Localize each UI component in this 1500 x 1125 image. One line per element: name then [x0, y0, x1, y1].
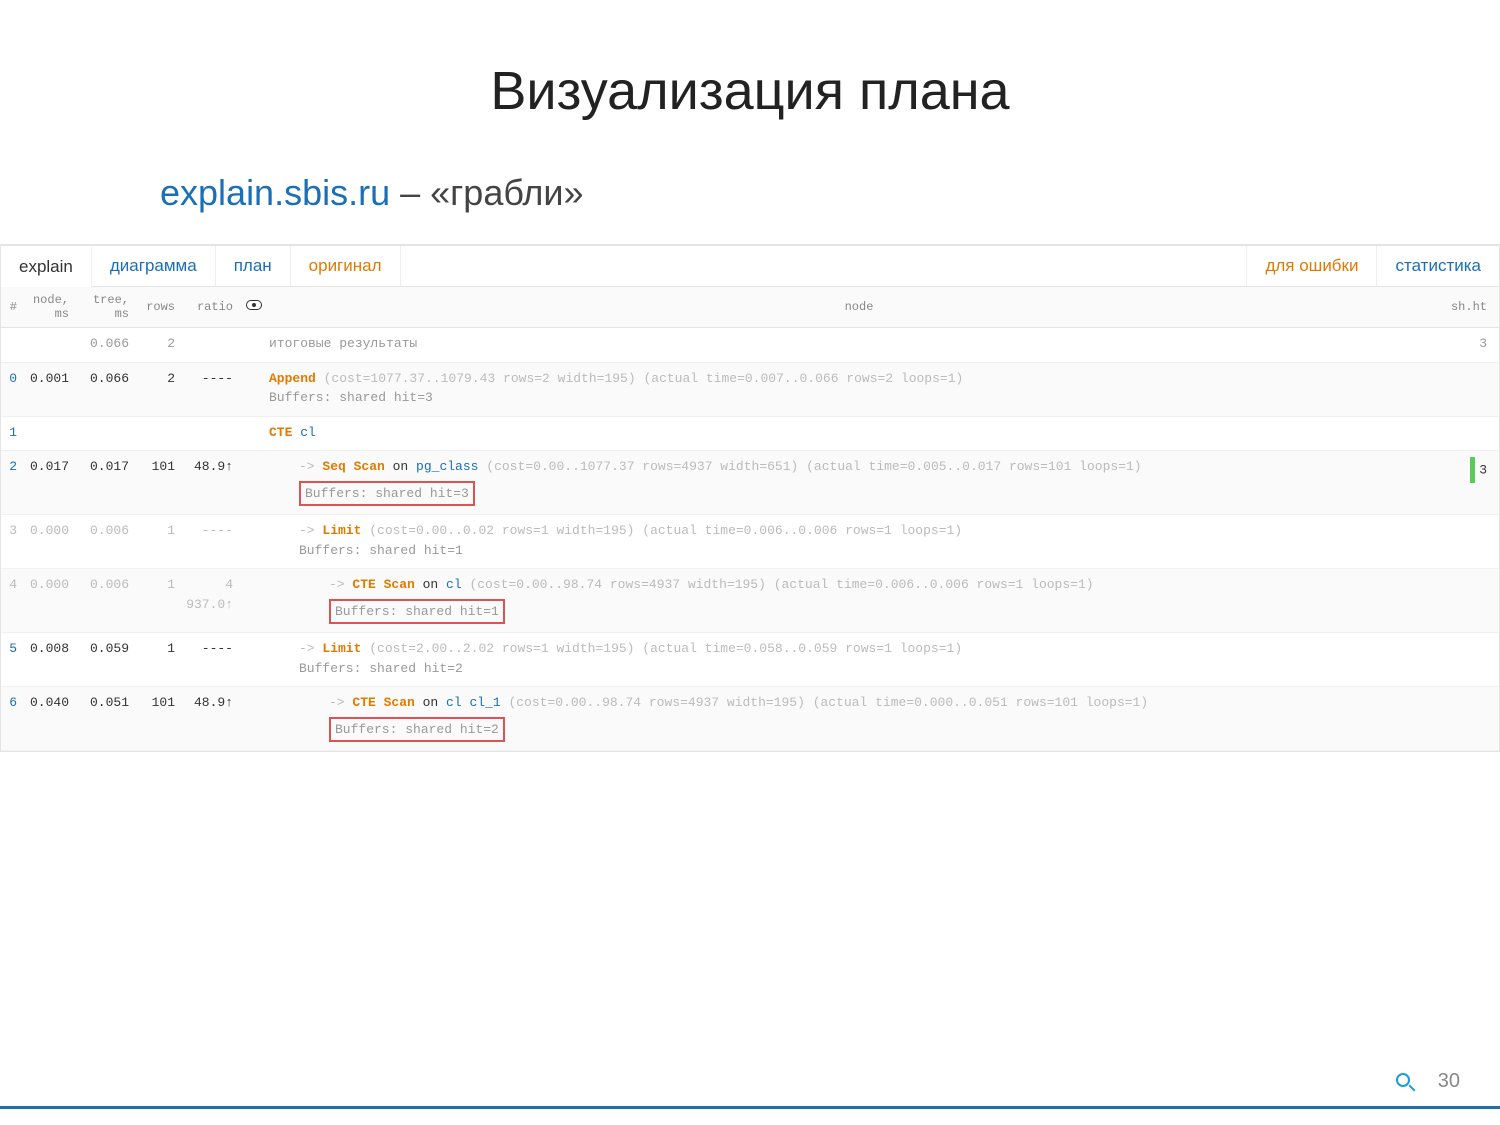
- plan-row[interactable]: 60.0400.05110148.9↑ -> CTE Scan on cl cl_…: [1, 687, 1499, 751]
- tab-diagram[interactable]: диаграмма: [92, 246, 216, 286]
- row-ratio: ----: [181, 369, 243, 408]
- total-tree: 0.066: [81, 334, 133, 354]
- subtitle-rest: – «грабли»: [390, 172, 583, 213]
- row-node-ms: 0.017: [21, 457, 73, 506]
- row-node-ms: 0.000: [21, 575, 73, 624]
- row-num: 2: [1, 457, 21, 506]
- row-num: 4: [1, 575, 21, 624]
- row-body: -> Limit (cost=2.00..2.02 rows=1 width=1…: [265, 639, 1449, 678]
- total-rows: 2: [141, 334, 181, 354]
- row-body: -> CTE Scan on cl cl_1 (cost=0.00..98.74…: [265, 693, 1449, 742]
- eye-toggle[interactable]: [243, 300, 265, 314]
- row-tree-ms: 0.066: [81, 369, 133, 408]
- row-rows: 101: [141, 693, 181, 742]
- row-sh: [1449, 575, 1499, 624]
- row-tree-ms: 0.059: [81, 639, 133, 678]
- row-node-ms: 0.008: [21, 639, 73, 678]
- total-row: 0.066 2 итоговые результаты 3: [1, 328, 1499, 363]
- hdr-sh: sh.ht: [1449, 300, 1499, 314]
- tab-bar: explain диаграмма план оригинал для ошиб…: [1, 246, 1499, 287]
- magnify-icon[interactable]: [1396, 1073, 1418, 1095]
- row-ratio: 48.9↑: [181, 457, 243, 506]
- plan-row[interactable]: 20.0170.01710148.9↑-> Seq Scan on pg_cla…: [1, 451, 1499, 515]
- tab-error[interactable]: для ошибки: [1246, 246, 1376, 286]
- total-label: итоговые результаты: [265, 334, 1449, 354]
- slide-title: Визуализация плана: [0, 60, 1500, 122]
- row-body: Append (cost=1077.37..1079.43 rows=2 wid…: [265, 369, 1449, 408]
- row-tree-ms: [81, 423, 133, 443]
- row-sh: 3: [1449, 457, 1499, 506]
- row-num: 6: [1, 693, 21, 742]
- row-body: -> Limit (cost=0.00..0.02 rows=1 width=1…: [265, 521, 1449, 560]
- row-tree-ms: 0.006: [81, 575, 133, 624]
- tab-stats[interactable]: статистика: [1376, 246, 1499, 286]
- row-ratio: ----: [181, 639, 243, 678]
- row-tree-ms: 0.006: [81, 521, 133, 560]
- row-tree-ms: 0.051: [81, 693, 133, 742]
- row-rows: [141, 423, 181, 443]
- footer-line: [0, 1106, 1500, 1109]
- tab-explain[interactable]: explain: [1, 247, 92, 287]
- row-rows: 1: [141, 521, 181, 560]
- row-ratio: 4 937.0↑: [181, 575, 243, 624]
- row-sh: [1449, 639, 1499, 678]
- plan-row[interactable]: 50.0080.0591---- -> Limit (cost=2.00..2.0…: [1, 633, 1499, 687]
- explain-link[interactable]: explain.sbis.ru: [160, 172, 390, 213]
- hdr-tree-ms: tree, ms: [81, 293, 133, 321]
- row-ratio: [181, 423, 243, 443]
- plan-row[interactable]: 30.0000.0061---- -> Limit (cost=0.00..0.0…: [1, 515, 1499, 569]
- tab-plan[interactable]: план: [216, 246, 291, 286]
- buffers-line: Buffers: shared hit=3: [299, 481, 475, 507]
- row-num: 0: [1, 369, 21, 408]
- buffers-line: Buffers: shared hit=1: [299, 543, 463, 558]
- buffers-line: Buffers: shared hit=1: [329, 599, 505, 625]
- page-number: 30: [1438, 1070, 1460, 1093]
- plan-row[interactable]: 40.0000.00614 937.0↑ -> CTE Scan on cl (c…: [1, 569, 1499, 633]
- explain-panel: explain диаграмма план оригинал для ошиб…: [0, 244, 1500, 752]
- row-node-ms: 0.000: [21, 521, 73, 560]
- row-rows: 1: [141, 575, 181, 624]
- slide-subtitle: explain.sbis.ru – «грабли»: [160, 172, 1500, 214]
- eye-icon: [246, 300, 262, 310]
- row-node-ms: 0.001: [21, 369, 73, 408]
- row-body: -> CTE Scan on cl (cost=0.00..98.74 rows…: [265, 575, 1449, 624]
- row-tree-ms: 0.017: [81, 457, 133, 506]
- row-rows: 2: [141, 369, 181, 408]
- plan-row[interactable]: 1 CTE cl: [1, 417, 1499, 452]
- row-sh: [1449, 369, 1499, 408]
- row-body: -> Seq Scan on pg_class (cost=0.00..1077…: [265, 457, 1449, 506]
- total-sh: 3: [1449, 334, 1499, 354]
- row-num: 1: [1, 423, 21, 443]
- grid-header: # node, ms tree, ms rows ratio node sh.h…: [1, 287, 1499, 328]
- row-node-ms: [21, 423, 73, 443]
- row-rows: 101: [141, 457, 181, 506]
- buffers-line: Buffers: shared hit=2: [299, 661, 463, 676]
- buffers-line: Buffers: shared hit=2: [329, 717, 505, 743]
- hdr-node: node: [265, 300, 1449, 314]
- tab-original[interactable]: оригинал: [291, 246, 401, 286]
- row-body: CTE cl: [265, 423, 1449, 443]
- row-sh: [1449, 423, 1499, 443]
- plan-row[interactable]: 00.0010.0662---- Append (cost=1077.37..10…: [1, 363, 1499, 417]
- hdr-rows: rows: [141, 300, 181, 314]
- row-sh: [1449, 521, 1499, 560]
- row-sh: [1449, 693, 1499, 742]
- row-num: 3: [1, 521, 21, 560]
- row-rows: 1: [141, 639, 181, 678]
- buffers-line: Buffers: shared hit=3: [269, 390, 433, 405]
- row-ratio: 48.9↑: [181, 693, 243, 742]
- row-num: 5: [1, 639, 21, 678]
- row-node-ms: 0.040: [21, 693, 73, 742]
- hdr-num: #: [1, 300, 21, 314]
- hdr-node-ms: node, ms: [21, 293, 73, 321]
- row-ratio: ----: [181, 521, 243, 560]
- hdr-ratio: ratio: [181, 300, 243, 314]
